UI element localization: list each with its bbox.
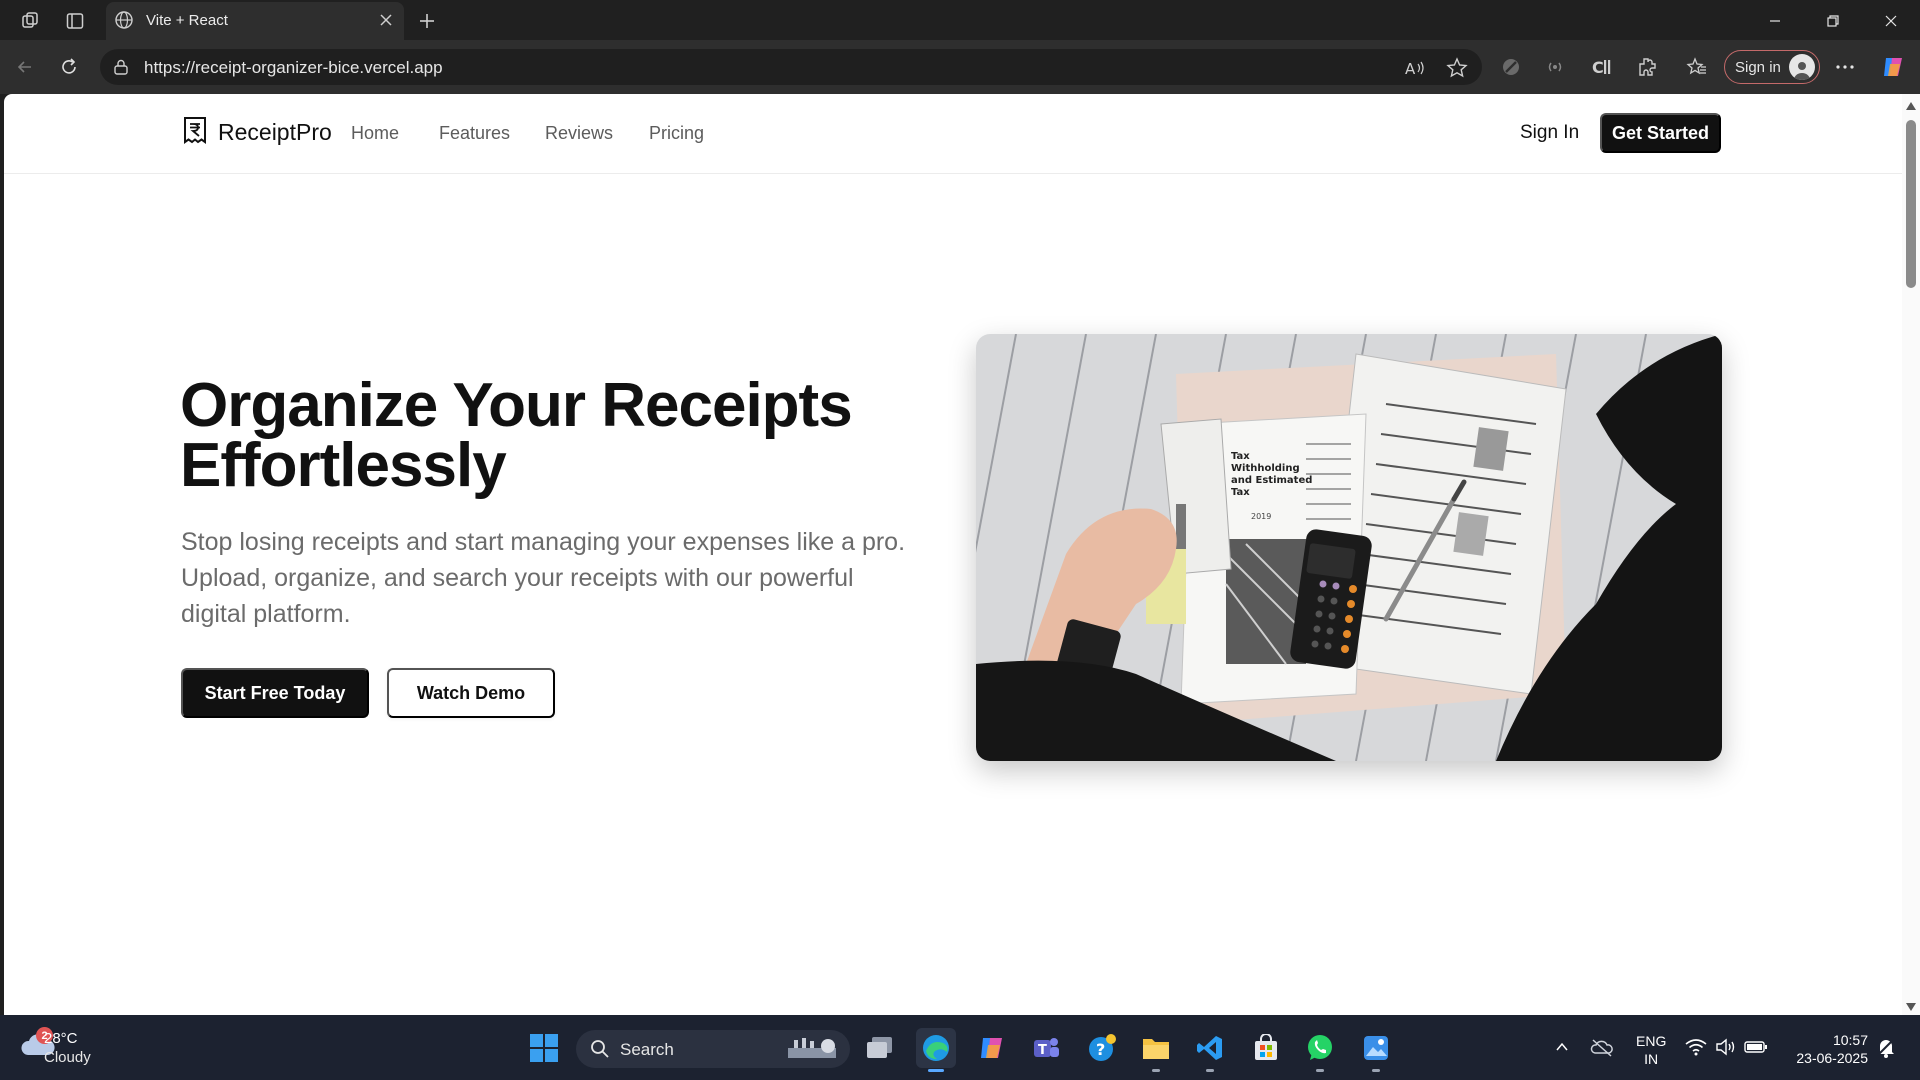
notification-bell-icon[interactable] — [1874, 1035, 1898, 1059]
copilot-icon[interactable] — [1878, 52, 1908, 82]
site-info-icon[interactable] — [112, 58, 130, 81]
help-icon[interactable]: ? — [1082, 1028, 1122, 1068]
onedrive-offline-icon[interactable] — [1590, 1035, 1614, 1059]
nav-pricing[interactable]: Pricing — [649, 123, 704, 144]
window-close-icon[interactable] — [1878, 8, 1904, 34]
edge-taskbar-icon[interactable] — [916, 1028, 956, 1072]
scrollbar-thumb[interactable] — [1906, 120, 1916, 288]
image-doc-year: 2019 — [1251, 512, 1271, 521]
svg-text:C: C — [1592, 58, 1604, 77]
svg-text:A: A — [1405, 60, 1416, 78]
clock-time: 10:57 — [1832, 1032, 1868, 1048]
back-icon[interactable] — [10, 52, 40, 82]
wifi-icon[interactable] — [1684, 1035, 1708, 1059]
image-doc-line-1: Tax — [1231, 451, 1250, 462]
store-icon[interactable] — [1246, 1028, 1286, 1068]
favorite-star-icon[interactable] — [1444, 55, 1470, 81]
teams-icon[interactable]: T — [1026, 1028, 1066, 1068]
profile-signin-button[interactable]: Sign in — [1724, 50, 1820, 84]
nav-features[interactable]: Features — [439, 123, 510, 144]
watch-demo-button[interactable]: Watch Demo — [387, 668, 555, 718]
language-line-1: ENG — [1636, 1033, 1667, 1049]
browser-toolbar: https://receipt-organizer-bice.vercel.ap… — [0, 40, 1920, 94]
css-extension-icon[interactable]: C — [1586, 52, 1616, 82]
language-line-2: IN — [1644, 1051, 1659, 1067]
weather-condition: Cloudy — [44, 1049, 91, 1066]
taskbar-search[interactable]: Search — [576, 1030, 850, 1068]
restore-icon[interactable] — [1820, 8, 1846, 34]
hero-image: Tax Withholding and Estimated Tax 2019 — [976, 334, 1722, 761]
vscode-icon[interactable] — [1190, 1028, 1230, 1072]
tab-title: Vite + React — [146, 12, 228, 29]
start-icon[interactable] — [524, 1028, 564, 1068]
active-tab[interactable]: Vite + React — [106, 2, 404, 40]
vertical-tabs-icon[interactable] — [62, 8, 88, 34]
page-viewport: ReceiptPro Home Features Reviews Pricing… — [4, 94, 1902, 1015]
task-view-icon[interactable] — [860, 1028, 900, 1068]
brand-logo[interactable]: ReceiptPro — [182, 116, 332, 149]
profile-signin-label: Sign in — [1735, 59, 1781, 76]
blocker-extension-icon[interactable] — [1496, 52, 1526, 82]
battery-icon[interactable] — [1744, 1035, 1768, 1059]
close-tab-icon[interactable] — [376, 10, 396, 35]
photos-icon[interactable] — [1356, 1028, 1396, 1072]
image-doc-line-3: and Estimated — [1231, 475, 1312, 486]
clock-date: 23-06-2025 — [1796, 1050, 1868, 1066]
browser-tab-bar: Vite + React — [0, 0, 1920, 40]
image-doc-line-4: Tax — [1231, 487, 1250, 498]
sign-in-link[interactable]: Sign In — [1520, 122, 1579, 144]
workspaces-icon[interactable] — [17, 8, 43, 34]
volume-icon[interactable] — [1714, 1035, 1738, 1059]
minimize-icon[interactable] — [1762, 8, 1788, 34]
hero-subtitle: Stop losing receipts and start managing … — [181, 528, 906, 628]
avatar — [1789, 54, 1815, 80]
globe-icon — [114, 10, 134, 35]
start-free-button[interactable]: Start Free Today — [181, 668, 369, 718]
receipt-rupee-icon — [182, 116, 208, 149]
chevron-up-icon[interactable] — [1550, 1035, 1574, 1059]
whatsapp-icon[interactable] — [1300, 1028, 1340, 1072]
windows-taskbar: 2 28°C Cloudy Search T ? ENG IN 10:57 23… — [0, 1015, 1920, 1080]
new-tab-icon[interactable] — [414, 8, 440, 34]
search-icon — [590, 1039, 610, 1064]
hero-title: Organize Your Receipts Effortlessly — [180, 375, 960, 497]
address-bar[interactable]: https://receipt-organizer-bice.vercel.ap… — [100, 49, 1482, 85]
hero-title-line-2: Effortlessly — [180, 431, 507, 500]
search-highlight-icon — [786, 1034, 840, 1069]
hero-title-line-1: Organize Your Receipts — [180, 371, 853, 440]
nav-reviews[interactable]: Reviews — [545, 123, 613, 144]
svg-text:T: T — [1038, 1043, 1047, 1058]
site-header: ReceiptPro Home Features Reviews Pricing… — [4, 94, 1902, 174]
clock[interactable]: 10:57 23-06-2025 — [1780, 1031, 1868, 1067]
scroll-down-icon[interactable] — [1906, 1003, 1916, 1011]
page-scrollbar[interactable] — [1902, 94, 1920, 1015]
more-icon[interactable] — [1830, 52, 1860, 82]
image-doc-line-2: Withholding — [1231, 463, 1300, 474]
broadcast-extension-icon[interactable] — [1540, 52, 1570, 82]
weather-temperature: 28°C — [44, 1030, 78, 1047]
copilot-taskbar-icon[interactable] — [972, 1028, 1012, 1068]
search-placeholder: Search — [620, 1040, 674, 1059]
url-text[interactable]: https://receipt-organizer-bice.vercel.ap… — [144, 58, 443, 78]
get-started-button[interactable]: Get Started — [1600, 113, 1721, 153]
scroll-up-icon[interactable] — [1906, 102, 1916, 110]
read-aloud-icon[interactable]: A — [1402, 55, 1428, 81]
favorites-icon[interactable] — [1682, 52, 1712, 82]
brand-name: ReceiptPro — [218, 119, 332, 145]
svg-text:?: ? — [1096, 1040, 1105, 1059]
nav-home[interactable]: Home — [351, 123, 399, 144]
language-indicator[interactable]: ENG IN — [1636, 1032, 1666, 1068]
refresh-icon[interactable] — [54, 52, 84, 82]
extensions-icon[interactable] — [1632, 52, 1662, 82]
file-explorer-icon[interactable] — [1136, 1028, 1176, 1072]
